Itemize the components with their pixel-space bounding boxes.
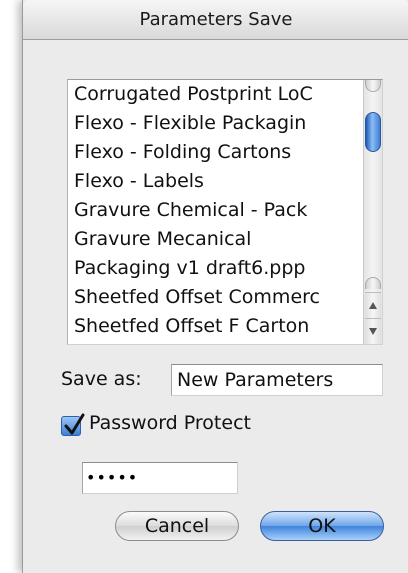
- list-item[interactable]: Packaging v1 draft6.ppp: [68, 254, 358, 283]
- list-item[interactable]: Flexo - Labels: [68, 167, 358, 196]
- password-protect-label[interactable]: Password Protect: [89, 412, 251, 434]
- list-item[interactable]: Gravure Chemical - Pack: [68, 196, 358, 225]
- list-item[interactable]: Sheetfed Offset Commerc: [68, 283, 358, 312]
- arrow-up-icon: [369, 302, 377, 309]
- arrow-down-icon: [369, 328, 377, 335]
- list-item[interactable]: Flexo - Folding Cartons: [68, 138, 358, 167]
- save-as-field[interactable]: New Parameters: [171, 364, 383, 396]
- save-as-label: Save as:: [61, 368, 142, 390]
- password-protect-checkbox[interactable]: [61, 413, 85, 436]
- scroll-track-top-cap: [365, 80, 381, 92]
- parameters-list: Corrugated Postprint LoC Flexo - Flexibl…: [68, 80, 358, 344]
- ok-button[interactable]: OK: [260, 511, 384, 541]
- checkmark-icon: [64, 413, 85, 435]
- list-item[interactable]: Flexo - Flexible Packagin: [68, 109, 358, 138]
- parameters-save-dialog: Parameters Save Corrugated Postprint LoC…: [22, 0, 408, 573]
- cancel-button[interactable]: Cancel: [115, 511, 239, 541]
- list-item[interactable]: Sheetfed Offset F Carton: [68, 312, 358, 341]
- parameters-listbox[interactable]: Corrugated Postprint LoC Flexo - Flexibl…: [67, 79, 383, 345]
- scroll-down-button[interactable]: [365, 318, 381, 344]
- password-field[interactable]: •••••: [82, 462, 238, 494]
- dialog-title: Parameters Save: [23, 0, 408, 40]
- scroll-up-button[interactable]: [365, 292, 381, 318]
- list-item[interactable]: Gravure Mecanical: [68, 225, 358, 254]
- list-item[interactable]: Corrugated Postprint LoC: [68, 80, 358, 109]
- vertical-scrollbar[interactable]: [363, 80, 382, 344]
- scroll-thumb[interactable]: [365, 112, 381, 152]
- scroll-track-bottom-cap: [365, 277, 381, 289]
